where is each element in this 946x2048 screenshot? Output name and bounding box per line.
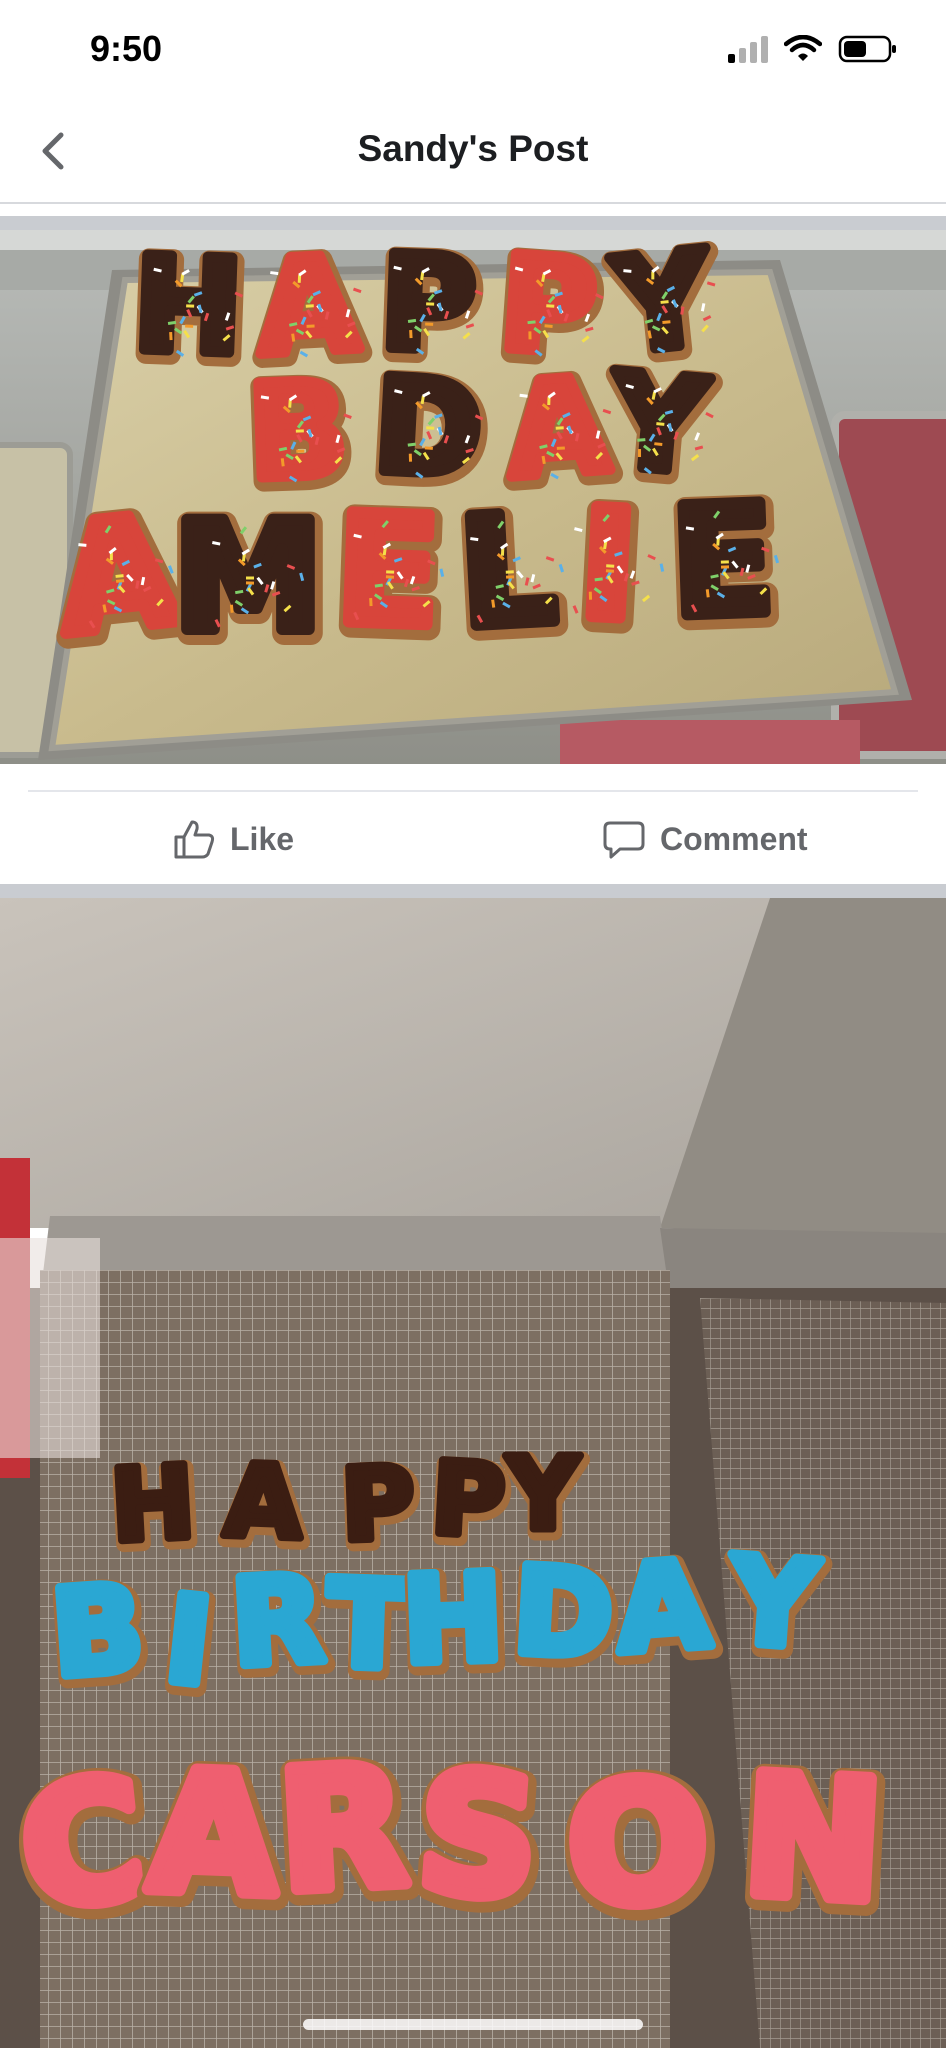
post-page: 9:50 Sandy's Post H H A A P P P P Y Y B … (0, 0, 946, 2048)
donut-letter: PP (333, 1440, 426, 1575)
home-indicator (303, 2019, 643, 2030)
donut-letter: AA (41, 475, 199, 684)
post-header: Sandy's Post (0, 100, 946, 204)
svg-text:H: H (108, 1444, 198, 1565)
action-divider (28, 790, 918, 792)
donut-letter: PP (422, 1436, 517, 1573)
donut-letter: BB (237, 347, 362, 523)
donut-letter: YY (715, 1526, 835, 1690)
donut-rack-photo[interactable]: HHAAPPPPYYBBIIRRTTHHDDAAYYCCAARRSSOONN (0, 898, 946, 2048)
svg-text:A: A (612, 1536, 714, 1681)
comment-bubble-icon (603, 821, 645, 859)
svg-text:T: T (325, 1555, 412, 1697)
status-icons (728, 34, 898, 64)
donut-letter: RR (221, 1545, 340, 1708)
svg-text:P: P (429, 1440, 508, 1561)
donut-letter: AA (135, 1727, 296, 1950)
donut-letter: AA (216, 1438, 313, 1574)
svg-text:N: N (739, 1739, 887, 1938)
post-action-bar: Like Comment (0, 764, 946, 884)
svg-text:H: H (400, 1549, 505, 1691)
svg-text:A: A (222, 1442, 303, 1562)
donut-letter: EE (324, 475, 456, 676)
battery-icon (838, 34, 898, 64)
svg-text:S: S (412, 1736, 544, 1936)
donut-letter: YY (500, 1432, 591, 1565)
wifi-icon (784, 35, 822, 63)
donut-letter: MM (163, 483, 336, 681)
donut-letter: HH (393, 1543, 517, 1705)
donut-letter: LL (446, 475, 575, 678)
donut-letter: BB (40, 1554, 160, 1718)
page-title: Sandy's Post (357, 128, 589, 169)
donut-letter: HH (102, 1439, 208, 1576)
svg-text:O: O (564, 1746, 711, 1943)
thumbs-up-icon (174, 820, 215, 859)
comment-button[interactable]: Comment (602, 804, 808, 874)
status-bar: 9:50 (0, 0, 946, 100)
svg-text:R: R (274, 1730, 411, 1928)
donut-letter: DD (502, 1536, 628, 1699)
donut-letter: EE (659, 465, 791, 666)
svg-text:P: P (339, 1444, 416, 1563)
svg-text:B: B (47, 1560, 148, 1705)
donut-letter: OO (553, 1736, 726, 1959)
feed-divider (0, 884, 946, 898)
svg-text:A: A (146, 1736, 280, 1932)
status-time: 9:50 (90, 28, 163, 69)
svg-text:Y: Y (506, 1436, 581, 1553)
donut-letter: NN (728, 1730, 902, 1955)
cellular-signal-icon (728, 35, 768, 63)
svg-text:C: C (12, 1742, 152, 1946)
donut-letter: AA (604, 1530, 726, 1694)
feed-divider (0, 216, 946, 230)
svg-text:D: D (510, 1542, 617, 1686)
donut-letter: SS (401, 1727, 559, 1953)
like-label: Like (230, 820, 295, 857)
svg-text:Y: Y (723, 1531, 823, 1676)
comment-label: Comment (660, 820, 808, 857)
donut-letter: RR (263, 1721, 426, 1946)
donut-letter: CC (2, 1733, 169, 1963)
donut-tray-photo[interactable]: HHAAPPPPYYBBDDAAYYAAMMEELLIIEE (0, 230, 946, 764)
svg-text:R: R (228, 1550, 328, 1694)
like-button[interactable]: Like (172, 804, 294, 874)
donut-letter: HH (123, 230, 258, 398)
